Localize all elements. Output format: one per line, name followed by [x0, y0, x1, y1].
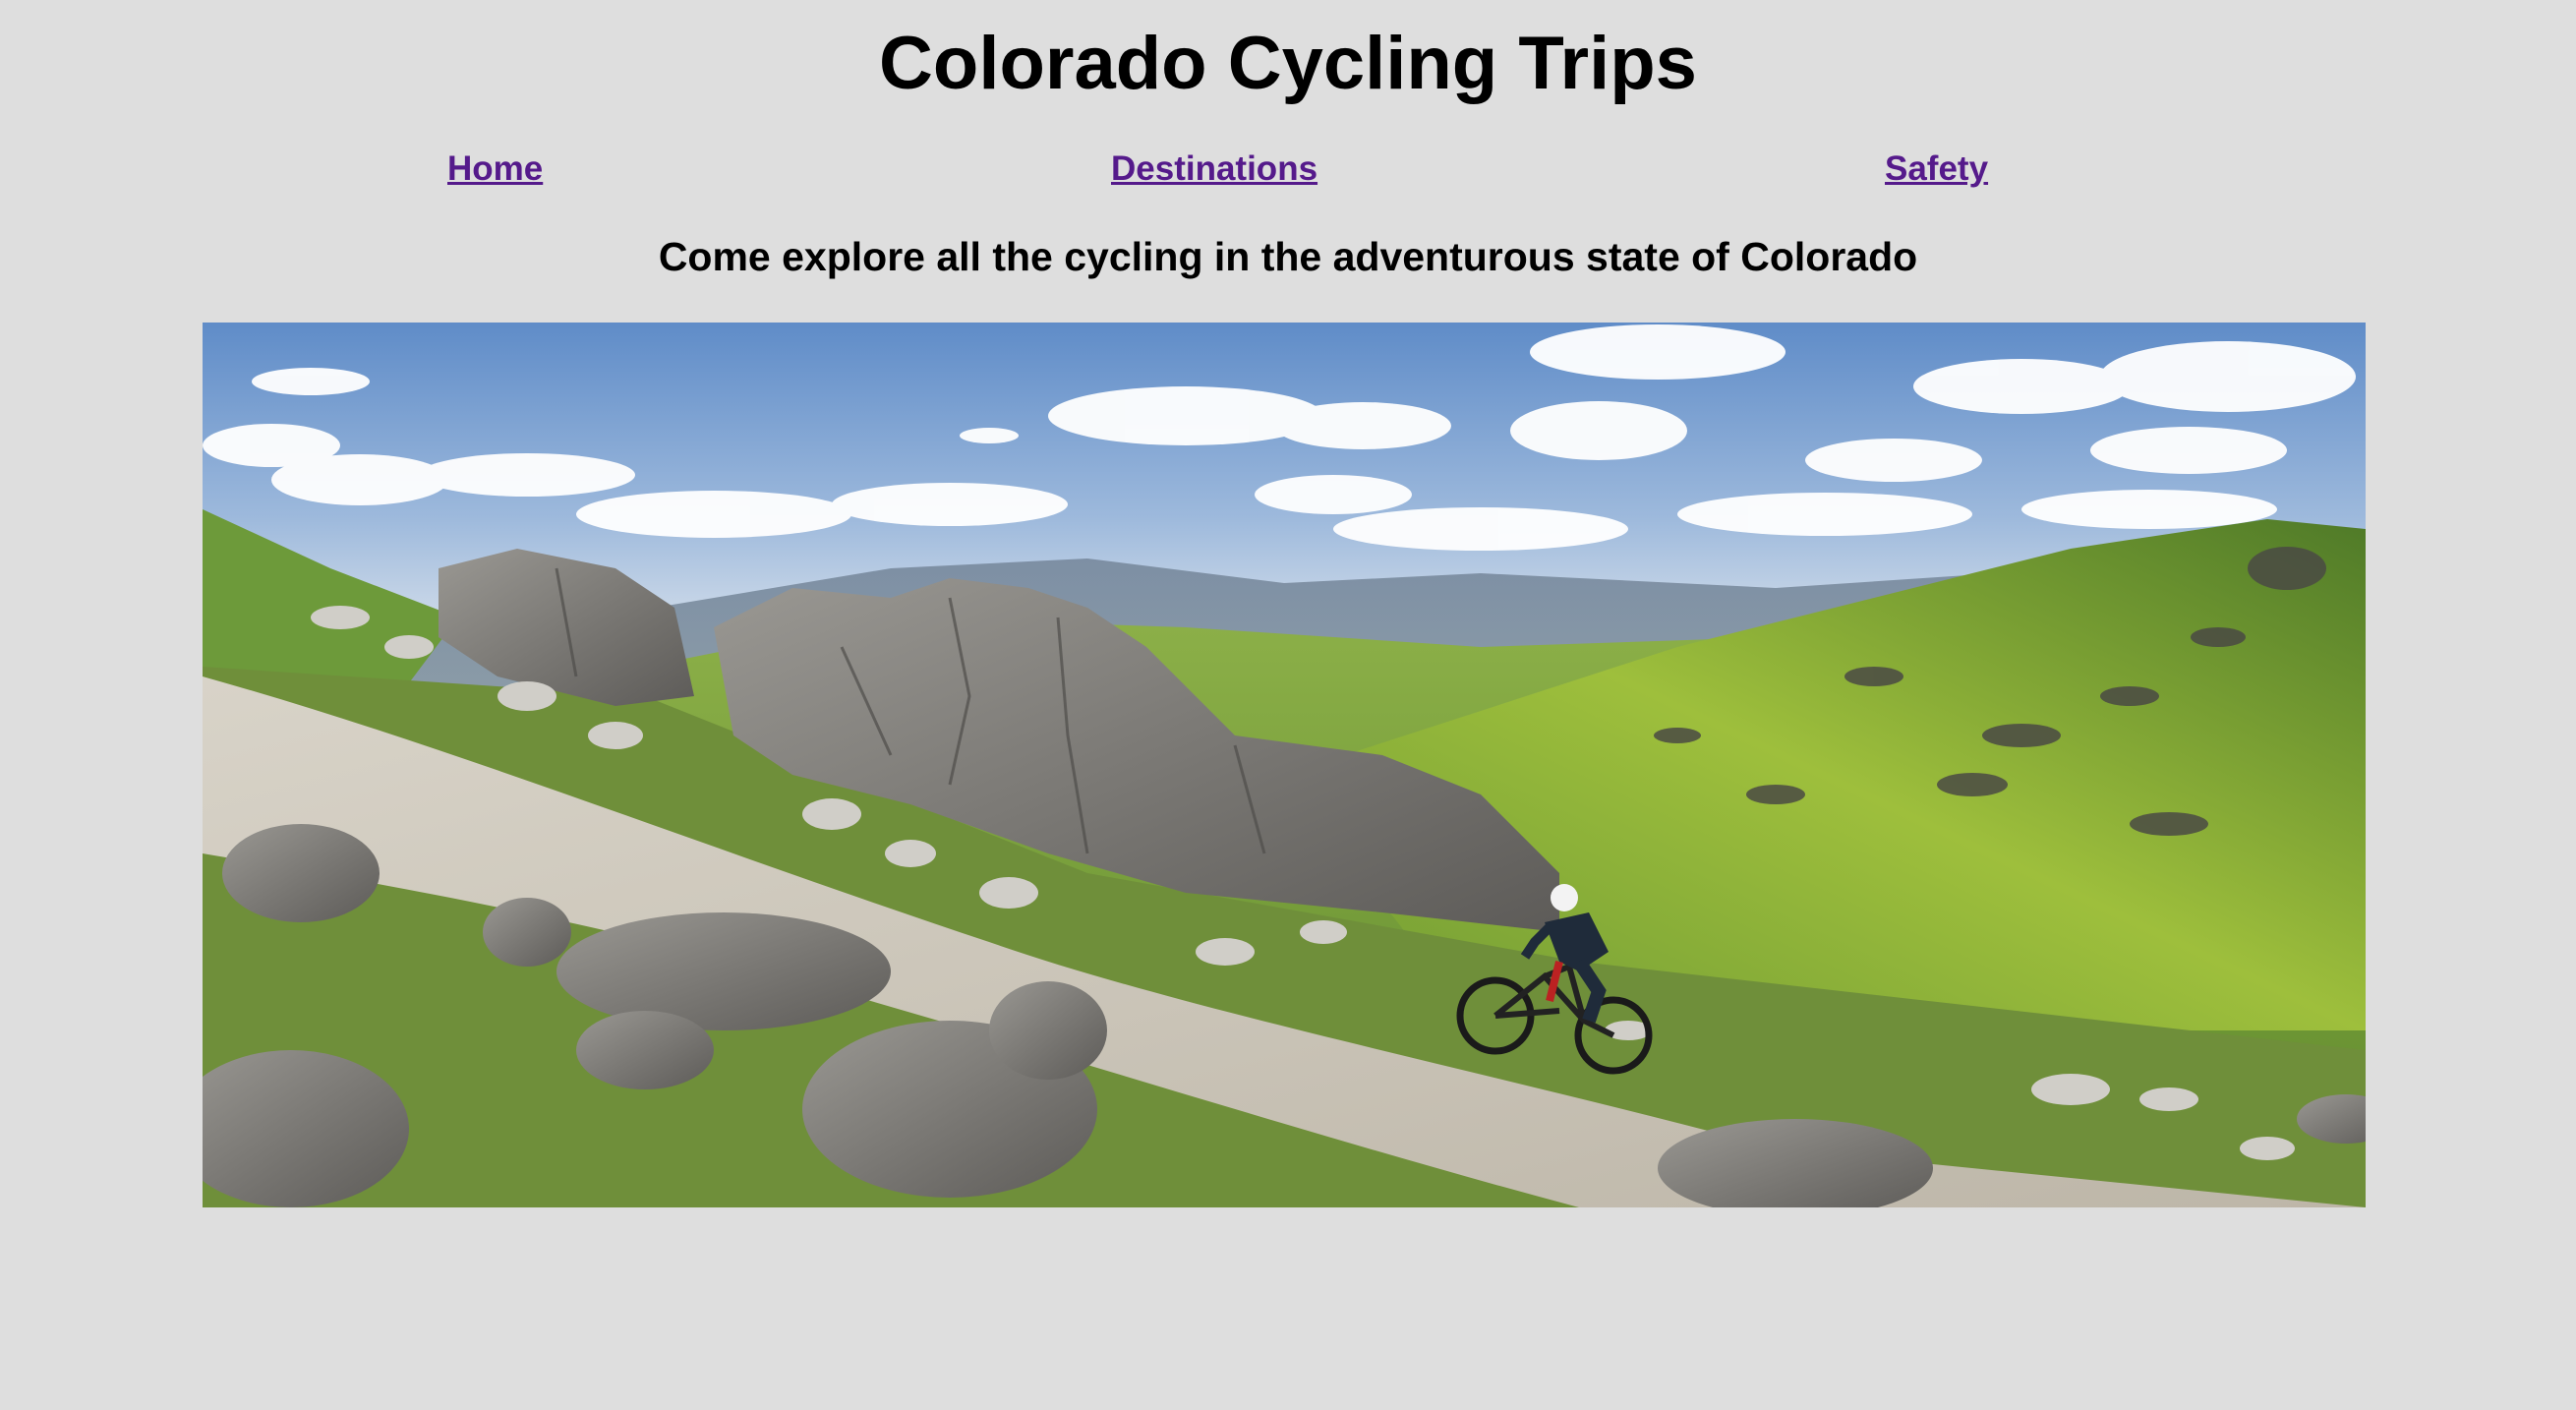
site-title: Colorado Cycling Trips	[879, 22, 1697, 105]
page: Colorado Cycling Trips Home Destinations…	[0, 0, 2576, 1410]
nav-link-home[interactable]: Home	[447, 147, 543, 191]
tagline: Come explore all the cycling in the adve…	[658, 234, 1918, 279]
hero-image	[203, 323, 2366, 1207]
nav-link-destinations[interactable]: Destinations	[1111, 147, 1317, 191]
nav-link-safety[interactable]: Safety	[1885, 147, 1988, 191]
